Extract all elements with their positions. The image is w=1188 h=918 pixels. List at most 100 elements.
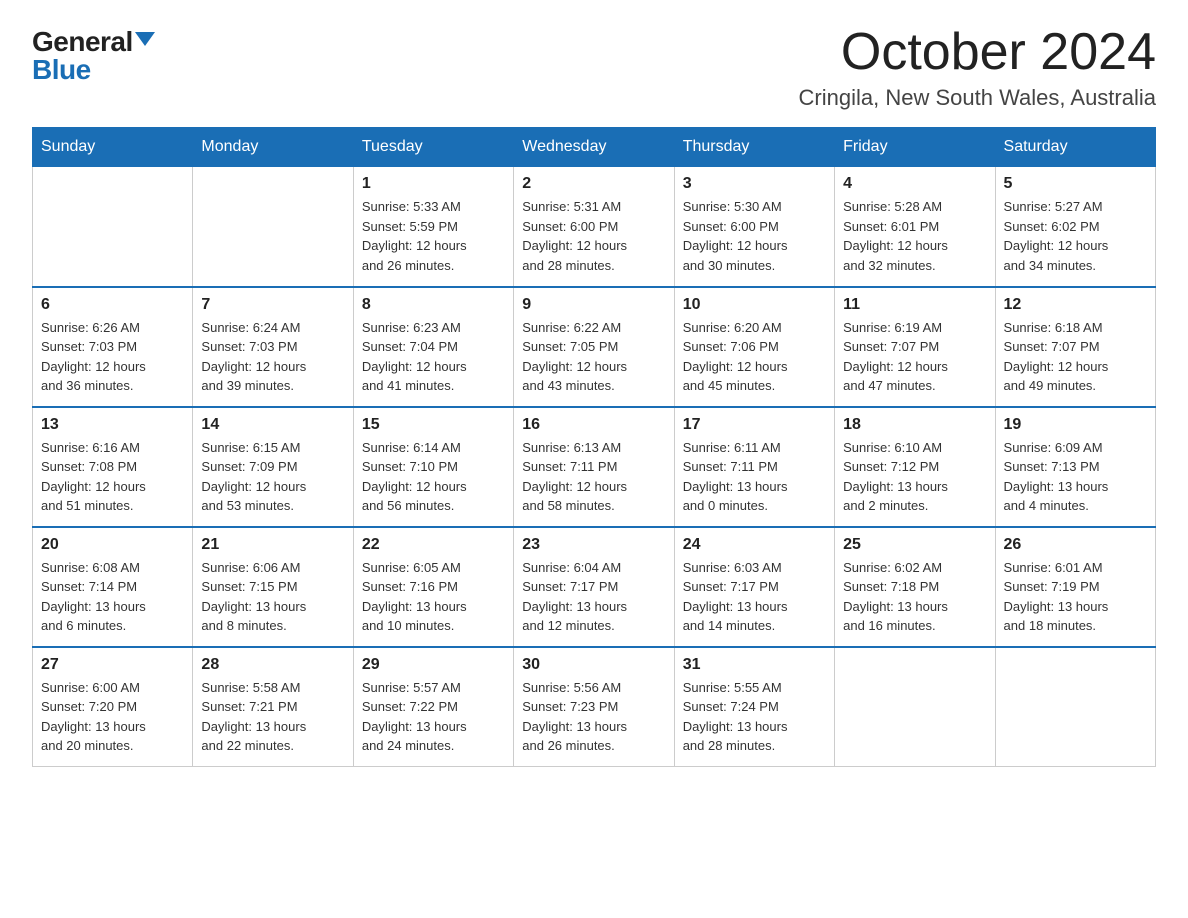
day-number: 28 [201, 656, 344, 674]
month-title: October 2024 [799, 24, 1156, 81]
day-info: Sunrise: 6:06 AMSunset: 7:15 PMDaylight:… [201, 558, 344, 636]
day-info: Sunrise: 5:31 AMSunset: 6:00 PMDaylight:… [522, 197, 665, 275]
logo-blue-text: Blue [32, 56, 91, 84]
day-number: 23 [522, 536, 665, 554]
day-number: 2 [522, 175, 665, 193]
calendar-cell [835, 647, 995, 767]
day-number: 7 [201, 296, 344, 314]
day-number: 30 [522, 656, 665, 674]
day-info: Sunrise: 5:55 AMSunset: 7:24 PMDaylight:… [683, 678, 826, 756]
day-number: 21 [201, 536, 344, 554]
calendar-cell: 4Sunrise: 5:28 AMSunset: 6:01 PMDaylight… [835, 167, 995, 287]
calendar-cell: 7 Sunrise: 6:24 AMSunset: 7:03 PMDaylight… [193, 287, 353, 407]
day-number: 13 [41, 416, 184, 434]
calendar-cell: 5 Sunrise: 5:27 AMSunset: 6:02 PMDaylight… [995, 167, 1155, 287]
weekday-header-row: SundayMondayTuesdayWednesdayThursdayFrid… [33, 128, 1156, 167]
calendar-cell: 22 Sunrise: 6:05 AMSunset: 7:16 PMDayligh… [353, 527, 513, 647]
calendar-cell: 20 Sunrise: 6:08 AMSunset: 7:14 PMDayligh… [33, 527, 193, 647]
calendar-cell: 21 Sunrise: 6:06 AMSunset: 7:15 PMDayligh… [193, 527, 353, 647]
day-number: 14 [201, 416, 344, 434]
day-info: Sunrise: 6:11 AMSunset: 7:11 PMDaylight:… [683, 438, 826, 516]
day-info: Sunrise: 6:23 AMSunset: 7:04 PMDaylight:… [362, 318, 505, 396]
calendar-cell: 1 Sunrise: 5:33 AMSunset: 5:59 PMDaylight… [353, 167, 513, 287]
weekday-header-tuesday: Tuesday [353, 128, 513, 167]
weekday-header-monday: Monday [193, 128, 353, 167]
page-header: General Blue October 2024 Cringila, New … [32, 24, 1156, 111]
day-number: 24 [683, 536, 826, 554]
day-number: 22 [362, 536, 505, 554]
day-number: 8 [362, 296, 505, 314]
calendar-cell [995, 647, 1155, 767]
day-number: 27 [41, 656, 184, 674]
day-info: Sunrise: 6:18 AMSunset: 7:07 PMDaylight:… [1004, 318, 1147, 396]
day-number: 5 [1004, 175, 1147, 193]
weekday-header-saturday: Saturday [995, 128, 1155, 167]
logo-general-text: General [32, 28, 133, 56]
calendar-table: SundayMondayTuesdayWednesdayThursdayFrid… [32, 127, 1156, 767]
calendar-cell: 11 Sunrise: 6:19 AMSunset: 7:07 PMDayligh… [835, 287, 995, 407]
day-number: 18 [843, 416, 986, 434]
calendar-cell: 10 Sunrise: 6:20 AMSunset: 7:06 PMDayligh… [674, 287, 834, 407]
day-number: 10 [683, 296, 826, 314]
weekday-header-wednesday: Wednesday [514, 128, 674, 167]
day-number: 20 [41, 536, 184, 554]
calendar-cell: 8 Sunrise: 6:23 AMSunset: 7:04 PMDaylight… [353, 287, 513, 407]
day-number: 25 [843, 536, 986, 554]
day-info: Sunrise: 6:16 AMSunset: 7:08 PMDaylight:… [41, 438, 184, 516]
day-info: Sunrise: 6:10 AMSunset: 7:12 PMDaylight:… [843, 438, 986, 516]
logo-triangle-icon [135, 32, 155, 46]
day-number: 11 [843, 296, 986, 314]
calendar-cell: 14 Sunrise: 6:15 AMSunset: 7:09 PMDayligh… [193, 407, 353, 527]
day-info: Sunrise: 6:01 AMSunset: 7:19 PMDaylight:… [1004, 558, 1147, 636]
calendar-cell: 17 Sunrise: 6:11 AMSunset: 7:11 PMDayligh… [674, 407, 834, 527]
calendar-cell [193, 167, 353, 287]
calendar-cell: 25Sunrise: 6:02 AMSunset: 7:18 PMDayligh… [835, 527, 995, 647]
calendar-cell: 6 Sunrise: 6:26 AMSunset: 7:03 PMDaylight… [33, 287, 193, 407]
calendar-cell: 30 Sunrise: 5:56 AMSunset: 7:23 PMDayligh… [514, 647, 674, 767]
calendar-cell [33, 167, 193, 287]
day-info: Sunrise: 6:04 AMSunset: 7:17 PMDaylight:… [522, 558, 665, 636]
day-number: 6 [41, 296, 184, 314]
day-number: 19 [1004, 416, 1147, 434]
day-number: 4 [843, 175, 986, 193]
day-info: Sunrise: 5:27 AMSunset: 6:02 PMDaylight:… [1004, 197, 1147, 275]
calendar-week-row: 20 Sunrise: 6:08 AMSunset: 7:14 PMDayligh… [33, 527, 1156, 647]
day-info: Sunrise: 6:20 AMSunset: 7:06 PMDaylight:… [683, 318, 826, 396]
calendar-cell: 28Sunrise: 5:58 AMSunset: 7:21 PMDayligh… [193, 647, 353, 767]
calendar-cell: 13 Sunrise: 6:16 AMSunset: 7:08 PMDayligh… [33, 407, 193, 527]
day-number: 17 [683, 416, 826, 434]
day-number: 12 [1004, 296, 1147, 314]
calendar-cell: 15 Sunrise: 6:14 AMSunset: 7:10 PMDayligh… [353, 407, 513, 527]
weekday-header-friday: Friday [835, 128, 995, 167]
day-info: Sunrise: 6:03 AMSunset: 7:17 PMDaylight:… [683, 558, 826, 636]
day-info: Sunrise: 6:15 AMSunset: 7:09 PMDaylight:… [201, 438, 344, 516]
calendar-cell: 16 Sunrise: 6:13 AMSunset: 7:11 PMDayligh… [514, 407, 674, 527]
day-info: Sunrise: 5:30 AMSunset: 6:00 PMDaylight:… [683, 197, 826, 275]
day-info: Sunrise: 5:33 AMSunset: 5:59 PMDaylight:… [362, 197, 505, 275]
day-number: 16 [522, 416, 665, 434]
calendar-cell: 29Sunrise: 5:57 AMSunset: 7:22 PMDayligh… [353, 647, 513, 767]
calendar-cell: 26Sunrise: 6:01 AMSunset: 7:19 PMDayligh… [995, 527, 1155, 647]
calendar-week-row: 6 Sunrise: 6:26 AMSunset: 7:03 PMDaylight… [33, 287, 1156, 407]
day-info: Sunrise: 6:08 AMSunset: 7:14 PMDaylight:… [41, 558, 184, 636]
calendar-week-row: 27Sunrise: 6:00 AMSunset: 7:20 PMDayligh… [33, 647, 1156, 767]
location-subtitle: Cringila, New South Wales, Australia [799, 85, 1156, 111]
day-info: Sunrise: 6:09 AMSunset: 7:13 PMDaylight:… [1004, 438, 1147, 516]
day-number: 3 [683, 175, 826, 193]
day-info: Sunrise: 6:19 AMSunset: 7:07 PMDaylight:… [843, 318, 986, 396]
weekday-header-thursday: Thursday [674, 128, 834, 167]
day-info: Sunrise: 6:05 AMSunset: 7:16 PMDaylight:… [362, 558, 505, 636]
calendar-week-row: 13 Sunrise: 6:16 AMSunset: 7:08 PMDayligh… [33, 407, 1156, 527]
day-info: Sunrise: 6:26 AMSunset: 7:03 PMDaylight:… [41, 318, 184, 396]
day-number: 15 [362, 416, 505, 434]
day-info: Sunrise: 6:13 AMSunset: 7:11 PMDaylight:… [522, 438, 665, 516]
day-info: Sunrise: 5:57 AMSunset: 7:22 PMDaylight:… [362, 678, 505, 756]
title-block: October 2024 Cringila, New South Wales, … [799, 24, 1156, 111]
day-info: Sunrise: 6:24 AMSunset: 7:03 PMDaylight:… [201, 318, 344, 396]
calendar-cell: 3 Sunrise: 5:30 AMSunset: 6:00 PMDaylight… [674, 167, 834, 287]
calendar-cell: 23 Sunrise: 6:04 AMSunset: 7:17 PMDayligh… [514, 527, 674, 647]
calendar-week-row: 1 Sunrise: 5:33 AMSunset: 5:59 PMDaylight… [33, 167, 1156, 287]
day-number: 1 [362, 175, 505, 193]
day-info: Sunrise: 6:14 AMSunset: 7:10 PMDaylight:… [362, 438, 505, 516]
day-info: Sunrise: 5:56 AMSunset: 7:23 PMDaylight:… [522, 678, 665, 756]
